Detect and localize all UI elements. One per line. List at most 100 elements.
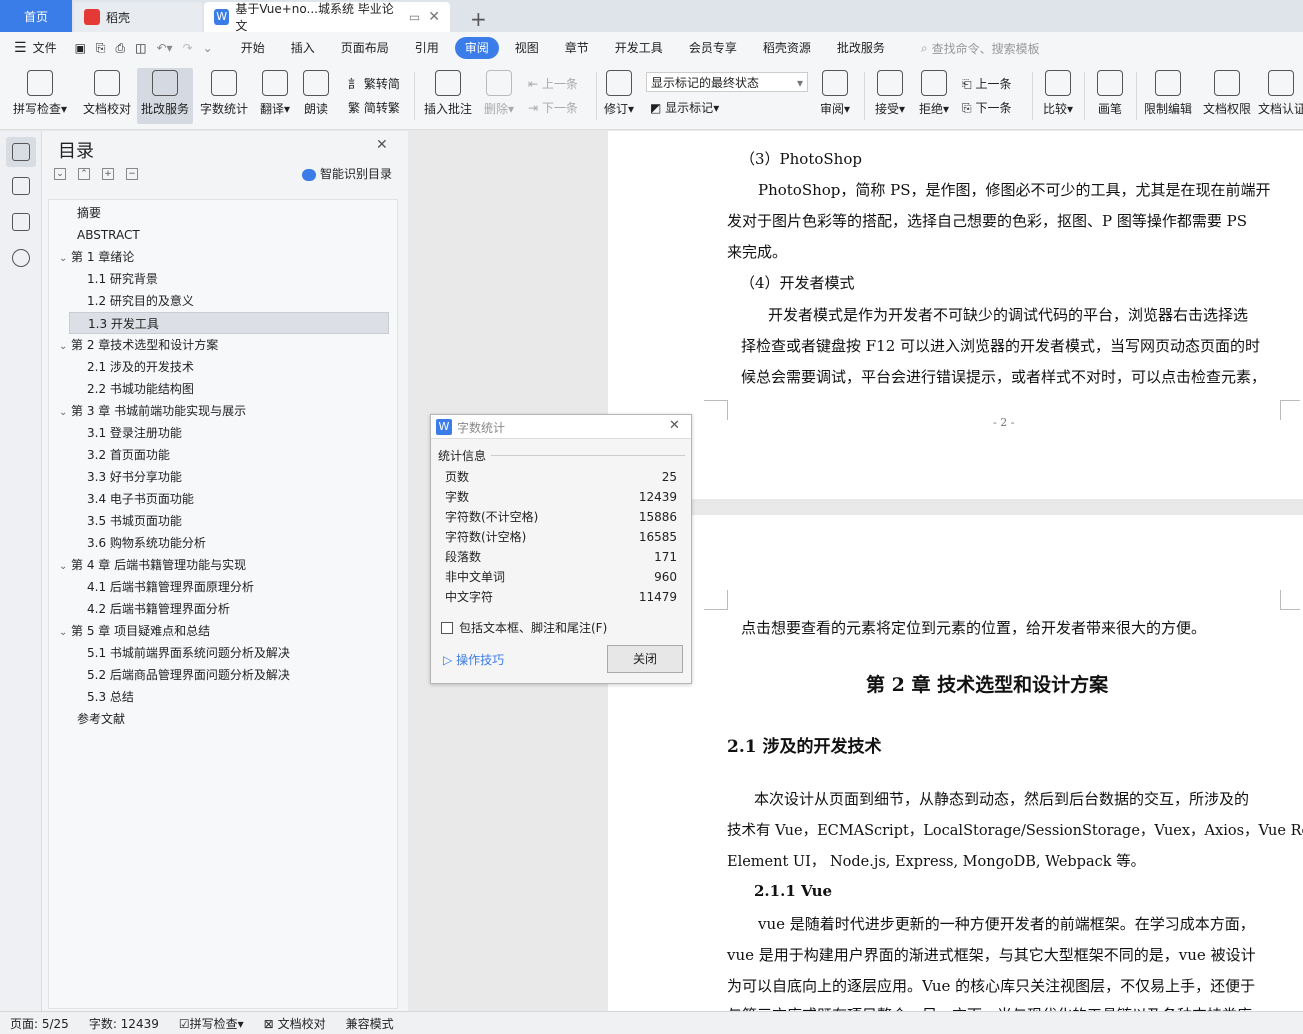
include-notes-checkbox[interactable]: 包括文本框、脚注和尾注(F) [441,619,607,636]
toc-item[interactable]: ⌄ 第 3 章 书城前端功能实现与展示 [49,400,246,422]
simp-to-trad-button[interactable]: 繁 简转繁 [348,98,400,118]
bookmark-icon[interactable] [12,213,30,231]
command-search-input[interactable]: 查找命令、搜索模板 [932,40,1040,57]
expand-up-icon[interactable]: ⌃ [78,168,90,180]
toc-item[interactable]: 3.3 好书分享功能 [49,466,182,488]
next-comment-button[interactable]: ⇥ 下一条 [528,98,578,118]
correct-service-button[interactable]: 批改服务 [137,68,193,124]
close-icon[interactable]: ✕ [376,137,388,153]
toc-item[interactable]: 3.1 登录注册功能 [49,422,182,444]
customize-icon[interactable]: ⌄ [203,41,213,55]
close-tab-icon[interactable]: ✕ [428,9,440,25]
menu-tab-5[interactable]: 视图 [505,37,549,59]
collapse-all-icon[interactable]: ⌄ [54,168,66,180]
chevron-down-icon[interactable]: ⌄ [59,336,71,358]
toc-item[interactable]: 5.1 书城前端界面系统问题分析及解决 [49,642,290,664]
compare-button[interactable]: 比较▾ [1038,68,1078,124]
chevron-down-icon[interactable]: ⌄ [59,556,71,578]
toc-item[interactable]: 3.6 购物系统功能分析 [49,532,206,554]
delete-comment-button[interactable]: 删除▾ [480,68,518,124]
toc-item[interactable]: 1.2 研究目的及意义 [49,290,194,312]
doc-proof-status[interactable]: ⊠ 文档校对 [254,1015,336,1032]
next-change-button[interactable]: ⎘ 下一条 [962,98,1011,118]
dialog-titlebar[interactable]: W 字数统计 ✕ [431,415,691,439]
save-icon[interactable]: ▣ [75,41,86,55]
toc-item[interactable]: ⌄ 第 4 章 后端书籍管理功能与实现 [49,554,246,576]
menu-tab-10[interactable]: 批改服务 [827,37,895,59]
track-changes-button[interactable]: 修订▾ [600,68,638,124]
toc-item[interactable]: ⌄ 第 2 章技术选型和设计方案 [49,334,218,356]
hamburger-icon[interactable]: ☰ [14,40,27,56]
toc-item[interactable]: 3.5 书城页面功能 [49,510,182,532]
menu-tab-4[interactable]: 审阅 [454,37,499,59]
page-indicator[interactable]: 页面: 5/25 [0,1015,79,1032]
close-icon[interactable]: ✕ [669,418,680,433]
doc-permission-button[interactable]: 文档权限 [1200,68,1254,124]
read-aloud-button[interactable]: 朗读 [298,68,334,124]
window-restore-icon[interactable]: ▭ [409,10,420,24]
tab-daoke[interactable]: 稻壳 [74,2,202,32]
toc-item[interactable]: ⌄ 第 1 章绪论 [49,246,134,268]
word-count-indicator[interactable]: 字数: 12439 [79,1015,169,1032]
export-icon[interactable]: ⎘ [96,41,106,56]
markup-state-select[interactable]: 显示标记的最终状态 ▾ [646,72,808,92]
reject-button[interactable]: 拒绝▾ [914,68,954,124]
toc-item[interactable]: ⌄ 第 5 章 项目疑难点和总结 [49,620,210,642]
preview-icon[interactable]: ◫ [135,41,146,55]
menu-tab-3[interactable]: 引用 [405,37,449,59]
new-tab-button[interactable]: + [460,4,497,34]
remove-heading-icon[interactable]: − [126,168,138,180]
menu-tab-0[interactable]: 开始 [231,37,275,59]
toc-item[interactable]: 5.3 总结 [49,686,134,708]
chapter-nav-icon[interactable] [12,177,30,195]
prev-comment-button[interactable]: ⇤ 上一条 [528,74,578,94]
prev-change-button[interactable]: ⎗ 上一条 [962,74,1011,94]
tab-document[interactable]: W 基于Vue+no...城系统 毕业论文 ▭ ✕ [204,2,450,33]
menu-tab-9[interactable]: 稻壳资源 [753,37,821,59]
chevron-down-icon[interactable]: ⌄ [59,622,71,644]
translate-button[interactable]: 翻译▾ [256,68,294,124]
review-pane-button[interactable]: 审阅▾ [814,68,856,124]
close-button[interactable]: 关闭 [607,645,683,673]
chevron-down-icon[interactable]: ⌄ [59,402,71,424]
tips-link[interactable]: ▷ 操作技巧 [443,651,504,668]
menu-tab-1[interactable]: 插入 [281,37,325,59]
accept-button[interactable]: 接受▾ [870,68,910,124]
spell-check-button[interactable]: 拼写检查▾ [8,68,72,124]
trad-to-simp-button[interactable]: 訁 繁转简 [348,74,400,94]
toc-item[interactable]: 3.4 电子书页面功能 [49,488,194,510]
print-icon[interactable]: ⎙ [116,41,126,56]
insert-comment-button[interactable]: 插入批注 [420,68,476,124]
toc-item[interactable]: 1.3 开发工具 [69,312,389,334]
redo-icon[interactable]: ↷ [183,41,193,55]
pen-button[interactable]: 画笔 [1090,68,1130,124]
toc-item[interactable]: 2.2 书城功能结构图 [49,378,194,400]
tab-home[interactable]: 首页 [0,0,72,32]
smart-toc-button[interactable]: 智能识别目录 [302,165,392,182]
toc-item[interactable]: 4.2 后端书籍管理界面分析 [49,598,230,620]
menu-file[interactable]: 文件 [27,37,67,59]
spell-check-status[interactable]: ☑拼写检查▾ [169,1015,254,1032]
toc-item[interactable]: 2.1 涉及的开发技术 [49,356,194,378]
toc-item[interactable]: 1.1 研究背景 [49,268,158,290]
toc-icon[interactable] [12,143,30,161]
doc-proof-button[interactable]: 文档校对 [78,68,136,124]
undo-icon[interactable]: ↶▾ [156,41,172,55]
toc-item[interactable]: 4.1 后端书籍管理界面原理分析 [49,576,254,598]
checkbox-box[interactable] [441,621,453,634]
toc-item[interactable]: 3.2 首页面功能 [49,444,170,466]
menu-tab-2[interactable]: 页面布局 [331,37,399,59]
search-icon[interactable] [12,249,30,267]
menu-tab-7[interactable]: 开发工具 [605,37,673,59]
restrict-edit-button[interactable]: 限制编辑 [1140,68,1196,124]
show-markup-button[interactable]: ◩ 显示标记▾ [650,98,719,118]
menu-tab-6[interactable]: 章节 [555,37,599,59]
toc-item[interactable]: 参考文献 [49,708,125,730]
chevron-down-icon[interactable]: ⌄ [59,248,71,270]
toc-item[interactable]: 5.2 后端商品管理界面问题分析及解决 [49,664,290,686]
doc-cert-button[interactable]: 文档认证 [1258,68,1303,124]
word-count-button[interactable]: 字数统计 [197,68,251,124]
menu-tab-8[interactable]: 会员专享 [679,37,747,59]
toc-item[interactable]: 摘要 [49,202,101,224]
add-heading-icon[interactable]: + [102,168,114,180]
